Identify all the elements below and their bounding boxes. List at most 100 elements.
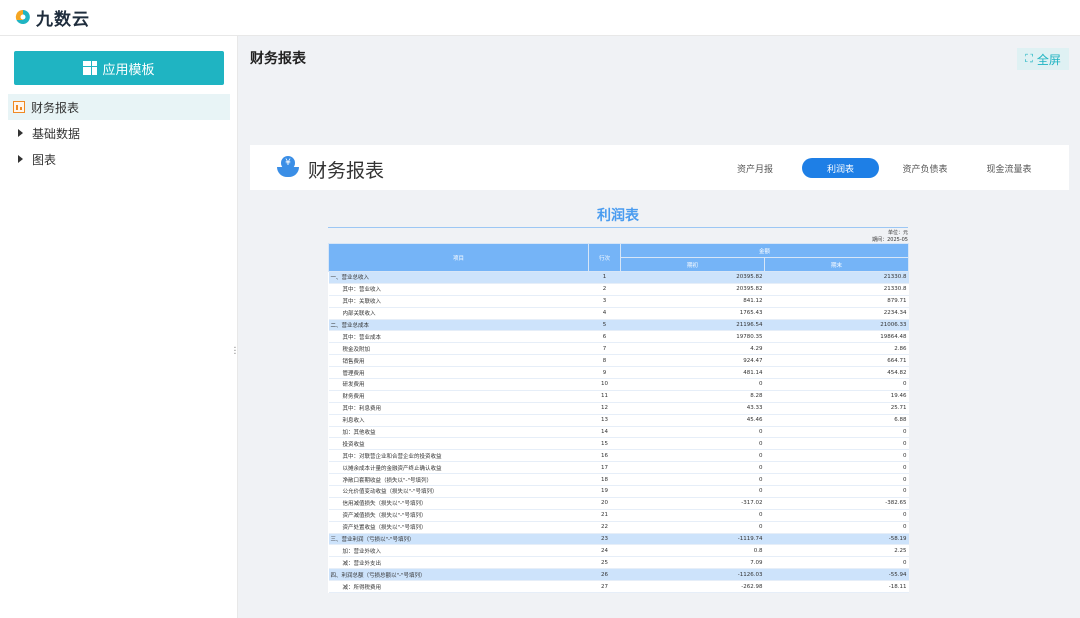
cell-line: 11	[588, 390, 621, 403]
cell-end: 0	[764, 437, 909, 451]
header-item: 项目	[328, 243, 589, 272]
table-row: 加：营业外收入 24 0.8 2.25	[328, 544, 909, 558]
cell-begin: 0	[620, 437, 765, 451]
header-end: 期末	[763, 257, 910, 272]
cell-begin: 0	[620, 461, 765, 475]
cell-end: -55.94	[764, 568, 909, 582]
income-statement-table: 项目 行次 金额 期初 期末 一、营业总收入 1 20395.82 21330.8 其中…	[328, 243, 910, 594]
cell-line: 5	[588, 319, 621, 332]
page-title: 财务报表	[250, 51, 306, 67]
cell-line: 22	[588, 521, 621, 534]
caret-right-icon	[18, 155, 23, 163]
cell-item: 减：所得税费用	[328, 580, 589, 594]
table-row: 信用减值损失（损失以"-"号填列） 20 -317.02 -382.65	[328, 497, 909, 510]
top-bar: 九数云	[0, 0, 1080, 36]
cell-end: 454.82	[764, 366, 909, 380]
cell-item: 加：营业外收入	[328, 544, 589, 558]
table-row: 其中：对联营企业和合营企业的投资收益 16 0 0	[328, 449, 909, 463]
cell-begin: 0	[620, 509, 765, 522]
cell-line: 9	[588, 366, 621, 380]
table-row: 减：营业外支出 25 7.09 0	[328, 556, 909, 570]
unit-label: 单位：元	[887, 230, 908, 236]
sidebar: 应用模板 财务报表 基础数据 图表	[0, 36, 238, 618]
tab-income-statement[interactable]: 利润表	[802, 158, 879, 178]
money-hand-icon: ¥	[277, 156, 299, 178]
table-row: 二、营业总成本 5 21196.54 21006.33	[328, 319, 909, 332]
cell-end: 21006.33	[764, 319, 909, 332]
sidebar-item-base-data[interactable]: 基础数据	[8, 120, 230, 146]
cell-line: 25	[588, 556, 621, 570]
cell-line: 15	[588, 437, 621, 451]
cell-item: 净敞口套期收益（损失以"-"号填列）	[328, 473, 589, 487]
cell-begin: -1119.74	[620, 533, 765, 546]
cell-end: -58.19	[764, 533, 909, 546]
cell-item: 资产减值损失（损失以"-"号填列）	[328, 509, 589, 522]
cell-end: 2234.34	[764, 307, 909, 320]
table-row: 公允价值变动收益（损失以"-"号填列） 19 0 0	[328, 485, 909, 498]
sidebar-item-label: 图表	[32, 152, 57, 167]
cell-line: 6	[588, 330, 621, 344]
tab-asset-monthly[interactable]: 资产月报	[720, 158, 790, 178]
cell-line: 14	[588, 426, 621, 439]
table-row: 其中：营业成本 6 19780.35 19864.48	[328, 330, 909, 344]
cell-end: 19864.48	[764, 330, 909, 344]
cell-end: 0	[764, 509, 909, 522]
cell-begin: 0	[620, 521, 765, 534]
cell-begin: 21196.54	[620, 319, 765, 332]
cell-line: 19	[588, 485, 621, 498]
table-row: 其中：营业收入 2 20395.82 21330.8	[328, 283, 909, 296]
cell-item: 投资收益	[328, 437, 589, 451]
table-row: 一、营业总收入 1 20395.82 21330.8	[328, 271, 909, 284]
fullscreen-button[interactable]: ⛶ 全屏	[1017, 48, 1069, 70]
cell-begin: 841.12	[620, 295, 765, 308]
cell-begin: 924.47	[620, 354, 765, 368]
app-template-button[interactable]: 应用模板	[14, 51, 224, 85]
cell-end: 0	[764, 556, 909, 570]
report-header-title: 财务报表	[308, 160, 385, 182]
cell-line: 17	[588, 461, 621, 475]
cell-line: 21	[588, 509, 621, 522]
cell-item: 一、营业总收入	[328, 271, 589, 284]
cell-begin: -262.98	[620, 580, 765, 594]
table-row: 财务费用 11 8.28 19.46	[328, 390, 909, 403]
cell-begin: 1765.43	[620, 307, 765, 320]
cell-item: 其中：利息费用	[328, 402, 589, 415]
app-template-label: 应用模板	[102, 62, 155, 78]
cell-item: 税金及附加	[328, 342, 589, 356]
cell-item: 以摊余成本计量的金融资产终止确认收益	[328, 461, 589, 475]
cell-item: 内部关联收入	[328, 307, 589, 320]
fullscreen-label: 全屏	[1036, 52, 1061, 67]
cell-line: 23	[588, 533, 621, 546]
cell-item: 其中：关联收入	[328, 295, 589, 308]
cell-item: 三、营业利润（亏损以"-"号填列）	[328, 533, 589, 546]
table-body: 一、营业总收入 1 20395.82 21330.8 其中：营业收入 2 20395.82 2…	[328, 271, 909, 594]
cell-begin: -317.02	[620, 497, 765, 510]
app-logo-text: 九数云	[36, 10, 90, 30]
cell-begin: 0	[620, 485, 765, 498]
resize-handle[interactable]: · · ·	[232, 344, 238, 360]
cell-line: 1	[588, 271, 621, 284]
table-row: 加：其他收益 14 0 0	[328, 426, 909, 439]
cell-end: -18.11	[764, 580, 909, 594]
cell-item: 财务费用	[328, 390, 589, 403]
cell-end: 19.46	[764, 390, 909, 403]
tab-balance-sheet[interactable]: 资产负债表	[890, 158, 960, 178]
cell-item: 利息收入	[328, 414, 589, 427]
table-title: 利润表	[597, 208, 639, 224]
cell-begin: -1126.03	[620, 568, 765, 582]
sidebar-item-financial-report[interactable]: 财务报表	[8, 94, 230, 120]
cell-end: 25.71	[764, 402, 909, 415]
cell-line: 3	[588, 295, 621, 308]
table-row: 资产减值损失（损失以"-"号填列） 21 0 0	[328, 509, 909, 522]
sidebar-item-charts[interactable]: 图表	[8, 146, 230, 172]
cell-line: 7	[588, 342, 621, 356]
tab-cash-flow[interactable]: 现金流量表	[974, 158, 1044, 178]
table-row: 内部关联收入 4 1765.43 2234.34	[328, 307, 909, 320]
cell-begin: 20395.82	[620, 271, 765, 284]
header-amount: 金额	[619, 243, 910, 258]
cell-end: 0	[764, 461, 909, 475]
cell-item: 公允价值变动收益（损失以"-"号填列）	[328, 485, 589, 498]
table-row: 四、利润总额（亏损总额以"-"号填列） 26 -1126.03 -55.94	[328, 568, 909, 582]
expand-icon: ⛶	[1025, 52, 1033, 65]
cell-begin: 0	[620, 449, 765, 463]
